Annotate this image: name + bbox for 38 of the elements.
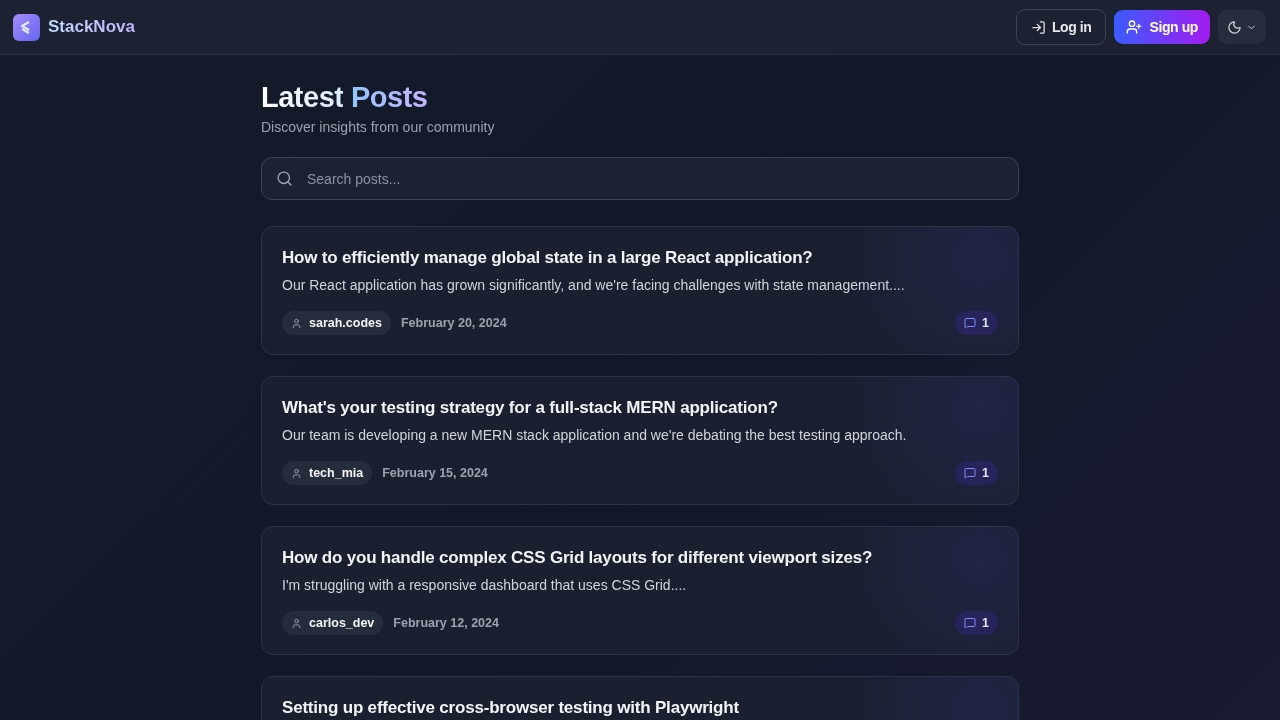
- post-card[interactable]: How do you handle complex CSS Grid layouts for different viewport sizes? I'm struggling with a responsive dashboard that uses CSS Grid.... carlos_dev February 12, 2024 1: [261, 526, 1019, 655]
- comment-icon: [964, 467, 977, 479]
- author-chip[interactable]: sarah.codes: [282, 311, 391, 335]
- user-icon: [291, 317, 302, 329]
- comment-count: 1: [955, 311, 998, 335]
- post-card[interactable]: Setting up effective cross-browser testing with Playwright: [261, 676, 1019, 720]
- post-date: February 12, 2024: [393, 616, 499, 630]
- post-date: February 20, 2024: [400, 316, 507, 330]
- post-title[interactable]: How do you handle complex CSS Grid layouts for different viewport sizes?: [282, 547, 998, 569]
- login-button[interactable]: Log in: [1015, 9, 1107, 45]
- logo-icon: [13, 13, 40, 41]
- author-chip[interactable]: tech_mia: [282, 461, 373, 485]
- login-icon: [1030, 19, 1046, 35]
- user-icon: [291, 467, 302, 479]
- search-icon: [276, 170, 293, 187]
- page-subtitle: Discover insights from our community: [261, 119, 495, 135]
- post-title[interactable]: Setting up effective cross-browser testing with Playwright: [282, 697, 998, 719]
- page-title: Latest Posts: [261, 80, 428, 115]
- moon-icon: [1227, 19, 1242, 35]
- author-chip[interactable]: carlos_dev: [282, 611, 384, 635]
- comment-count: 1: [955, 611, 998, 635]
- post-title[interactable]: How to efficiently manage global state in a large React application?: [282, 247, 998, 269]
- user-icon: [291, 617, 302, 629]
- post-date: February 15, 2024: [382, 466, 488, 480]
- post-excerpt: Our React application has grown significantly, and we're facing challenges with state management....: [282, 276, 906, 295]
- theme-toggle[interactable]: [1218, 10, 1266, 44]
- post-card[interactable]: What's your testing strategy for a full-stack MERN application? Our team is developing a new MERN stack application and we're debating the best testing approach. tech_mia February 15, 2024 1: [261, 376, 1019, 505]
- comment-icon: [964, 317, 977, 329]
- user-plus-icon: [1126, 19, 1143, 35]
- search-bar[interactable]: Search posts...: [261, 157, 1019, 200]
- post-title[interactable]: What's your testing strategy for a full-stack MERN application?: [282, 397, 998, 419]
- post-excerpt: I'm struggling with a responsive dashboard that uses CSS Grid....: [282, 576, 688, 595]
- search-input[interactable]: Search posts...: [305, 169, 1004, 188]
- comment-count: 1: [955, 461, 998, 485]
- comment-icon: [964, 617, 977, 629]
- post-card[interactable]: [261, 226, 1019, 355]
- post-excerpt: Our team is developing a new MERN stack application and we're debating the best testing approach.: [282, 426, 908, 445]
- signup-button[interactable]: Sign up: [1114, 10, 1210, 44]
